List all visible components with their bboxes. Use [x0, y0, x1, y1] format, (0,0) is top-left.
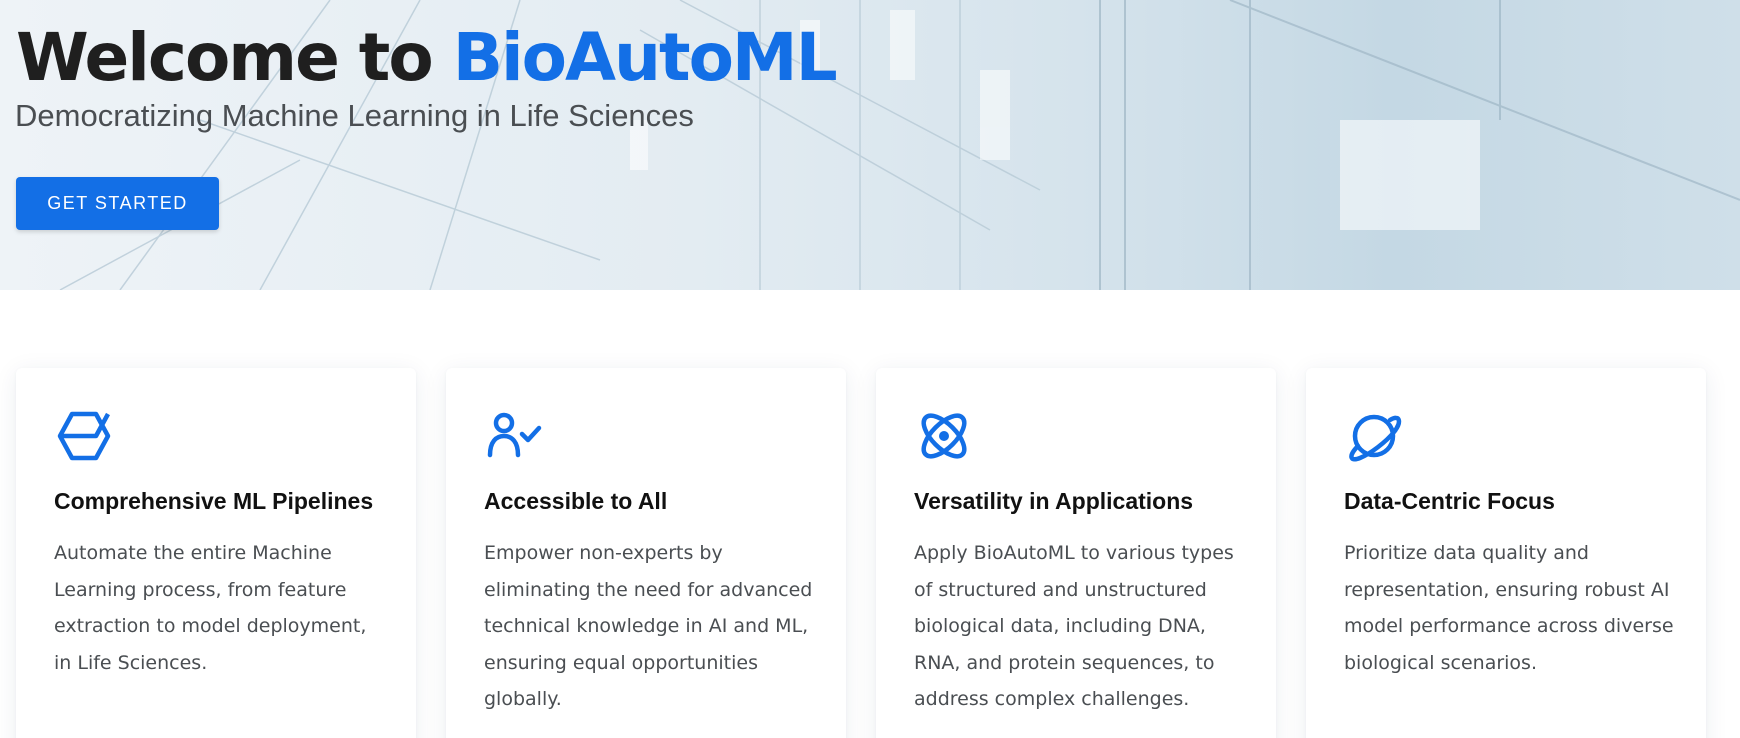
- feature-description: Empower non-experts by eliminating the n…: [484, 542, 813, 710]
- feature-description: Apply BioAutoML to various types of stru…: [914, 542, 1234, 710]
- person-check-icon: [486, 408, 542, 464]
- feature-title: Comprehensive ML Pipelines: [54, 488, 374, 514]
- feature-description: Prioritize data quality and representati…: [1344, 542, 1674, 674]
- feature-card-accessible: Accessible to All Empower non-experts by…: [446, 368, 846, 738]
- feature-card-pipelines: Comprehensive ML Pipelines Automate the …: [16, 368, 416, 738]
- feature-title: Data-Centric Focus: [1344, 488, 1555, 514]
- planet-icon: [1346, 408, 1402, 464]
- feature-title: Versatility in Applications: [914, 488, 1194, 514]
- hero-title-prefix: Welcome to: [16, 19, 453, 96]
- atom-icon: [916, 408, 972, 464]
- hexagon-cube-icon: [56, 408, 112, 464]
- hero-subtitle: Democratizing Machine Learning in Life S…: [15, 98, 694, 133]
- features-section: Comprehensive ML Pipelines Automate the …: [16, 368, 1706, 738]
- get-started-button[interactable]: GET STARTED: [16, 177, 219, 230]
- hero-title-brand: BioAutoML: [452, 19, 838, 96]
- hero-banner: Welcome to BioAutoML Democratizing Machi…: [0, 0, 1740, 290]
- hero-title: Welcome to BioAutoML: [16, 18, 838, 98]
- feature-card-versatility: Versatility in Applications Apply BioAut…: [876, 368, 1276, 738]
- feature-card-data-centric: Data-Centric Focus Prioritize data quali…: [1306, 368, 1706, 738]
- feature-description: Automate the entire Machine Learning pro…: [54, 542, 367, 674]
- feature-title: Accessible to All: [484, 488, 668, 514]
